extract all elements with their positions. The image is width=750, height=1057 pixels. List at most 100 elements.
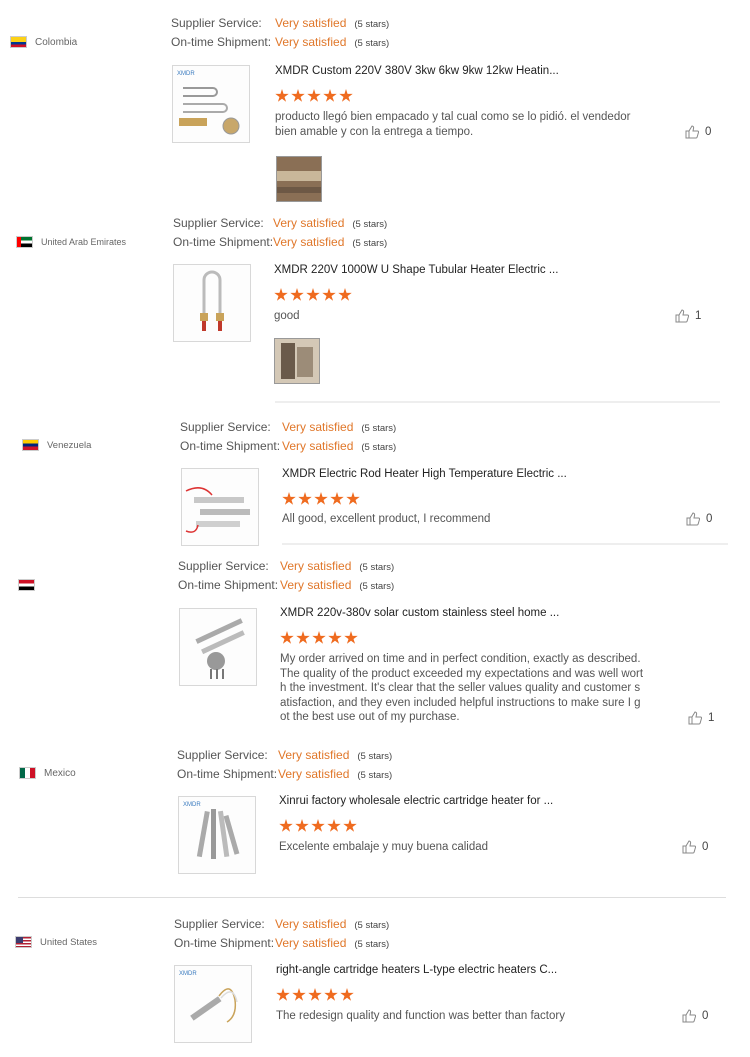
ontime-shipment-label: On-time Shipment: [177,767,278,781]
star-icon [344,631,358,644]
helpful-button[interactable]: 0 [686,512,712,526]
ontime-shipment-value: Very satisfied [275,35,347,49]
supplier-service-value: Very satisfied [275,16,347,30]
ontime-shipment-label: On-time Shipment: [178,578,279,592]
helpful-button[interactable]: 0 [685,125,711,139]
helpful-count: 0 [706,513,713,525]
svg-text:XMDR: XMDR [183,802,201,808]
star-icon [339,89,353,102]
star-icon [330,492,344,505]
product-title[interactable]: XMDR 220v-380v solar custom stainless st… [280,607,559,619]
thumbs-up-icon [682,840,696,854]
supplier-service-value: Very satisfied [282,420,354,434]
rating-stars [274,288,352,302]
star-icon [346,492,360,505]
ontime-shipment-row: On-time Shipment: Very satisfied (5 star… [171,35,389,49]
ontime-shipment-row: On-time Shipment: Very satisfied (5 star… [180,439,396,453]
review-photo[interactable] [276,156,322,202]
review-text: good [274,310,300,322]
star-icon [295,819,309,832]
review-text: Excelente embalaje y muy buena calidad [279,841,489,853]
supplier-service-row: Supplier Service: Very satisfied (5 star… [174,917,389,931]
product-thumbnail[interactable] [173,264,251,342]
helpful-count: 0 [705,126,712,138]
helpful-button[interactable]: 0 [682,1009,708,1023]
ontime-shipment-label: On-time Shipment: [171,35,272,49]
product-thumbnail[interactable]: XMDR [178,796,256,874]
product-thumbnail[interactable]: XMDR [172,65,250,143]
star-icon [338,288,352,301]
ontime-shipment-stars: (5 stars) [352,238,388,249]
product-thumbnail[interactable]: XMDR [174,965,252,1043]
star-icon [327,819,341,832]
star-icon [306,288,320,301]
cartridge-heater-product-image: XMDR [179,797,255,873]
rating-stars [280,631,358,645]
star-icon [292,988,306,1001]
product-title[interactable]: XMDR Custom 220V 380V 3kw 6kw 9kw 12kw H… [275,65,559,77]
review-photo-image [275,339,319,383]
supplier-service-row: Supplier Service: Very satisfied (5 star… [177,748,392,762]
country: Venezuela [22,439,91,451]
country: Mexico [19,767,76,779]
supplier-service-label: Supplier Service: [173,216,264,230]
supplier-service-stars: (5 stars) [354,19,390,30]
product-title[interactable]: right-angle cartridge heaters L-type ele… [276,964,557,976]
star-icon [324,988,338,1001]
ontime-shipment-value: Very satisfied [280,578,352,592]
thumbs-up-icon [685,125,699,139]
ontime-shipment-row: On-time Shipment: Very satisfied (5 star… [173,235,387,249]
product-thumbnail[interactable] [181,468,259,546]
star-icon [307,89,321,102]
star-icon [308,988,322,1001]
star-icon [323,89,337,102]
helpful-button[interactable]: 0 [682,840,708,854]
supplier-service-row: Supplier Service: Very satisfied (5 star… [173,216,387,230]
ontime-shipment-stars: (5 stars) [354,939,390,950]
review-text: producto llegó bien empacado y tal cual … [275,111,631,138]
helpful-count: 1 [695,310,702,322]
supplier-service-value: Very satisfied [275,917,347,931]
star-icon [343,819,357,832]
section-divider [282,543,728,545]
rod-heater-product-image [182,469,258,545]
ontime-shipment-stars: (5 stars) [354,38,390,49]
supplier-service-stars: (5 stars) [359,562,395,573]
star-icon [276,988,290,1001]
star-icon [322,288,336,301]
star-icon [282,492,296,505]
rating-stars [276,988,354,1002]
l-type-heater-product-image: XMDR [175,966,251,1042]
supplier-service-stars: (5 stars) [354,920,390,931]
review-photo[interactable] [274,338,320,384]
helpful-button[interactable]: 1 [688,711,714,725]
supplier-service-value: Very satisfied [278,748,350,762]
product-thumbnail[interactable] [179,608,257,686]
review-text: All good, excellent product, I recommend [282,513,491,525]
star-icon [298,492,312,505]
star-icon [312,631,326,644]
country: United States [15,936,97,948]
product-title[interactable]: XMDR Electric Rod Heater High Temperatur… [282,468,567,480]
rating-stars [275,89,353,103]
star-icon [314,492,328,505]
helpful-count: 1 [708,712,715,724]
ontime-shipment-value: Very satisfied [282,439,354,453]
ontime-shipment-row: On-time Shipment: Very satisfied (5 star… [174,936,389,950]
iraq-flag-icon [18,579,35,591]
thumbs-up-icon [682,1009,696,1023]
country [18,579,43,591]
product-title[interactable]: XMDR 220V 1000W U Shape Tubular Heater E… [274,264,558,276]
mexico-flag-icon [19,767,36,779]
review-text: My order arrived on time and in perfect … [280,653,644,723]
ontime-shipment-stars: (5 stars) [361,442,397,453]
heater-product-image: XMDR [173,66,249,142]
supplier-service-label: Supplier Service: [174,917,265,931]
product-title[interactable]: Xinrui factory wholesale electric cartri… [279,795,553,807]
star-icon [274,288,288,301]
venezuela-flag-icon [22,439,39,451]
uae-flag-icon [16,236,33,248]
helpful-button[interactable]: 1 [675,309,701,323]
u-heater-product-image [174,265,250,341]
country-name: Colombia [35,36,78,48]
